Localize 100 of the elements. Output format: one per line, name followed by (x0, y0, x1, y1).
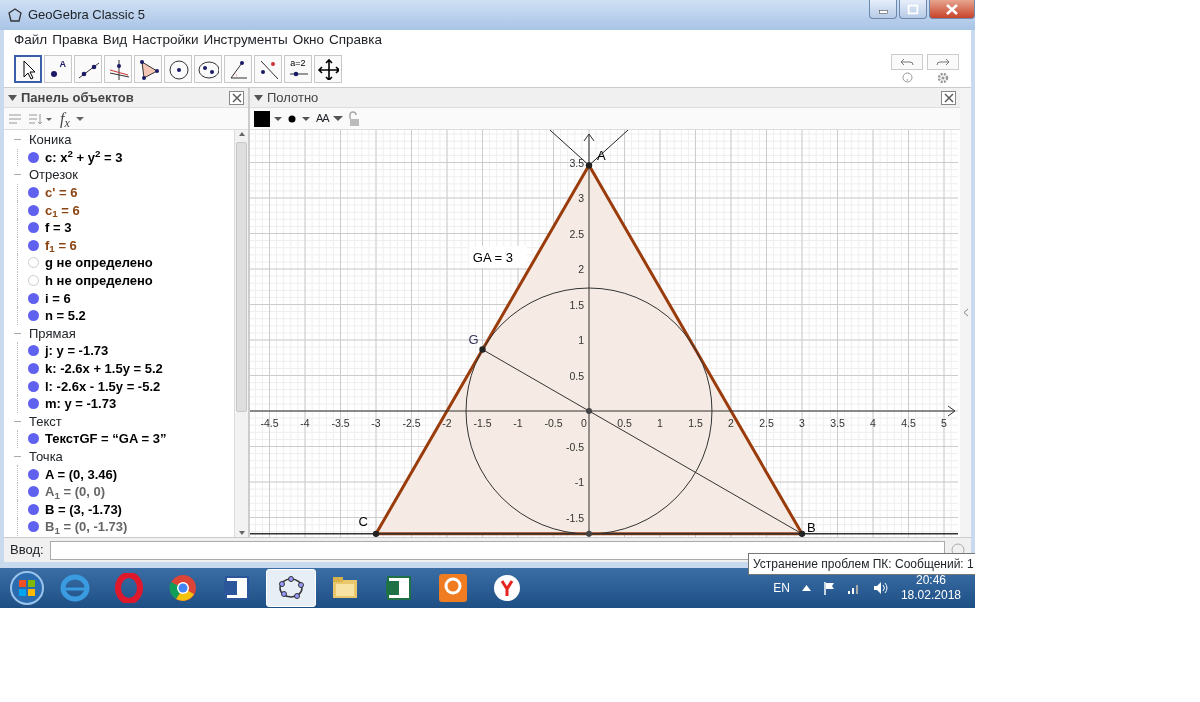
collapse-arrow-icon[interactable] (254, 94, 263, 101)
taskbar-app[interactable] (266, 569, 316, 607)
visibility-toggle[interactable] (28, 239, 39, 251)
object-entry[interactable]: B = (3, -1.73) (45, 502, 122, 516)
object-entry[interactable]: m: y = -1.73 (45, 397, 117, 411)
object-entry[interactable]: n = 5.2 (45, 309, 86, 323)
object-entry[interactable]: c: x$^{2}$ + y$^{2}$ = 3 (45, 150, 123, 164)
signal-icon[interactable] (846, 582, 861, 594)
clock-date[interactable]: 18.02.2018 (900, 588, 961, 603)
object-entry[interactable]: i = 6 (45, 291, 71, 305)
axis-tick-label: -1.5 (473, 417, 492, 429)
redo-icon (936, 56, 950, 67)
visibility-toggle[interactable] (28, 292, 39, 304)
close-button[interactable] (229, 90, 244, 105)
app-logo-icon (8, 8, 22, 22)
axis-tick-label: -3 (371, 417, 381, 429)
close-button[interactable] (941, 90, 956, 105)
crossing-lines-icon (107, 57, 129, 80)
triangle-icon (137, 57, 159, 80)
object-entry[interactable]: h не определено (45, 274, 153, 288)
object-entry[interactable]: ТекстGF = “GA = 3” (45, 432, 167, 446)
visibility-toggle[interactable] (28, 503, 39, 515)
menu-item[interactable]: Настройки (132, 29, 199, 51)
point-label: C (358, 513, 368, 529)
clock-time[interactable]: 20:46 (900, 573, 961, 588)
object-entry[interactable]: A = (0, 3.46) (45, 467, 118, 481)
collapse-arrow-icon[interactable] (8, 94, 17, 101)
axis-tick-label: 2.5 (569, 227, 584, 240)
language-indicator[interactable]: EN (773, 579, 790, 597)
point (586, 408, 592, 414)
text-style-button[interactable]: AA (316, 110, 329, 127)
menu-item[interactable]: Окно (292, 29, 324, 51)
axis-tick-label: 4 (870, 417, 876, 429)
show-hidden-icon[interactable] (801, 585, 811, 591)
axis-tick-label: 0.5 (569, 369, 584, 382)
menu-item[interactable]: Справка (329, 29, 382, 51)
panel-title: Полотно (267, 88, 319, 107)
object-entry[interactable]: c$_{1}$ = 6 (45, 203, 80, 217)
visibility-toggle[interactable] (28, 363, 39, 374)
volume-icon[interactable] (872, 581, 889, 595)
menu-item[interactable]: Вид (102, 29, 128, 51)
window-title: GeoGebra Classic 5 (28, 6, 146, 25)
visibility-toggle[interactable] (28, 187, 39, 199)
maximize-icon (906, 2, 920, 16)
visibility-toggle[interactable] (28, 380, 39, 392)
length-caption: GA = 3 (472, 249, 513, 265)
axis-tick-label: 2 (578, 263, 584, 275)
close-button[interactable] (929, 0, 975, 19)
tool-button[interactable]: A (44, 54, 72, 83)
visibility-toggle[interactable] (28, 204, 39, 216)
object-entry[interactable]: A$_{1}$ = (0, 0) (45, 485, 105, 499)
menu-item[interactable]: Правка (52, 29, 98, 51)
visibility-toggle[interactable] (28, 310, 39, 322)
visibility-toggle[interactable] (28, 468, 39, 480)
visibility-toggle[interactable] (28, 275, 39, 287)
object-entry[interactable]: j: y = -1.73 (45, 344, 109, 358)
menu-item[interactable]: Инструменты (203, 29, 288, 51)
visibility-toggle[interactable] (28, 345, 39, 357)
axis-tick-label: 1 (578, 334, 584, 346)
object-entry[interactable]: k: -2.6x + 1.5y = 5.2 (45, 362, 163, 375)
object-entry[interactable]: c' = 6 (45, 186, 78, 200)
input-field[interactable] (49, 540, 945, 560)
minimize-button[interactable] (869, 0, 897, 19)
sort-icon[interactable] (28, 111, 54, 126)
input-label: Ввод: (10, 541, 44, 560)
maximize-button[interactable] (899, 0, 927, 19)
panel-title: Панель объектов (21, 88, 134, 107)
scrollbar-thumb[interactable] (236, 142, 247, 412)
axis-tick-label: 0.5 (617, 417, 632, 429)
visibility-toggle[interactable] (28, 433, 39, 445)
category-label: Прямая (29, 326, 76, 340)
caret-icon[interactable] (75, 116, 84, 121)
visibility-toggle[interactable] (28, 257, 39, 269)
axis-tick-label: -4.5 (260, 417, 279, 429)
menu-item[interactable]: Файл (14, 29, 48, 51)
visibility-toggle[interactable] (28, 521, 39, 533)
settings-icon[interactable] (937, 71, 949, 84)
close-icon (944, 2, 960, 16)
flag-icon[interactable] (822, 581, 835, 595)
caret-icon[interactable] (332, 116, 343, 121)
object-entry[interactable]: f$_{1}$ = 6 (45, 238, 77, 252)
object-entry[interactable]: f = 3 (45, 221, 72, 235)
visibility-toggle[interactable] (28, 222, 39, 234)
tooltip: Устранение проблем ПК: Сообщений: 1 (748, 553, 975, 575)
visibility-toggle[interactable] (28, 151, 39, 163)
object-entry[interactable]: g не определено (45, 256, 153, 270)
tool-button[interactable] (14, 54, 42, 83)
function-style-button[interactable]: f$_{x}$ (60, 106, 70, 131)
object-entry[interactable]: B$_{1}$ = (0, -1.73) (45, 520, 128, 534)
axis-tick-label: -0.5 (544, 417, 563, 429)
tool-button[interactable]: a=2 (284, 54, 312, 83)
category-label: Точка (29, 450, 63, 463)
axis-tick-label: -4 (300, 417, 310, 429)
point (479, 346, 486, 353)
start-button[interactable] (8, 569, 46, 607)
visibility-toggle[interactable] (28, 486, 39, 498)
visibility-toggle[interactable] (28, 398, 39, 410)
point-label: G (468, 331, 479, 347)
object-entry[interactable]: l: -2.6x - 1.5y = -5.2 (45, 379, 161, 393)
color-picker-icon[interactable] (254, 110, 282, 127)
